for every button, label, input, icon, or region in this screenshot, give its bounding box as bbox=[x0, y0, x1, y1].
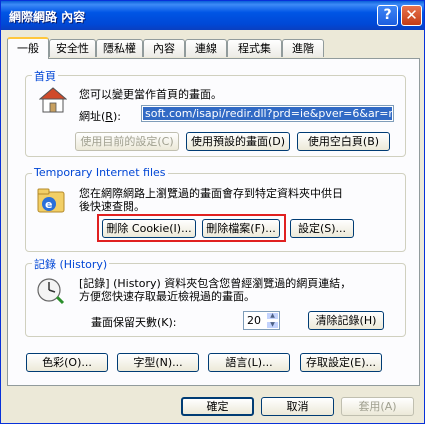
tab-content[interactable]: 內容 bbox=[143, 39, 185, 57]
history-group-label: 記錄 (History) bbox=[32, 256, 110, 272]
delete-files-button[interactable]: 刪除檔案(F)... bbox=[202, 219, 280, 238]
apply-button[interactable]: 套用(A) bbox=[341, 397, 414, 416]
ok-button[interactable]: 確定 bbox=[181, 397, 254, 416]
use-current-button[interactable]: 使用目前的設定(C) bbox=[75, 132, 179, 151]
cancel-button[interactable]: 取消 bbox=[261, 397, 334, 416]
history-days-label: 畫面保留天數(K): bbox=[91, 316, 177, 329]
close-button[interactable]: ✕ bbox=[401, 5, 422, 26]
homepage-group-label: 首頁 bbox=[32, 68, 58, 84]
tab-programs[interactable]: 程式集 bbox=[227, 39, 282, 57]
homepage-description: 您可以變更當作首頁的畫面。 bbox=[79, 88, 222, 101]
spin-down-arrow-icon[interactable]: ▼ bbox=[266, 321, 279, 329]
history-days-value: 20 bbox=[247, 314, 261, 327]
temp-files-settings-button[interactable]: 設定(S)... bbox=[290, 219, 354, 238]
house-icon bbox=[39, 87, 67, 113]
address-label: 網址(R): bbox=[79, 110, 121, 123]
tab-advanced[interactable]: 進階 bbox=[282, 39, 324, 57]
use-default-button[interactable]: 使用預設的畫面(D) bbox=[186, 132, 290, 151]
temp-files-folder-icon: e bbox=[37, 188, 65, 213]
temp-files-group-label: Temporary Internet files bbox=[32, 166, 168, 179]
languages-button[interactable]: 語言(L)... bbox=[208, 353, 290, 372]
tab-security[interactable]: 安全性 bbox=[49, 39, 96, 57]
use-blank-button[interactable]: 使用空白頁(B) bbox=[297, 132, 390, 151]
window-title: 網際網路 內容 bbox=[9, 10, 86, 24]
tab-connections[interactable]: 連線 bbox=[185, 39, 227, 57]
homepage-address-value: soft.com/isapi/redir.dll?prd=ie&pver=6&a… bbox=[143, 107, 392, 120]
fonts-button[interactable]: 字型(N)... bbox=[117, 353, 199, 372]
spin-up-arrow-icon[interactable]: ▲ bbox=[266, 312, 279, 320]
spinner-buttons: ▲ ▼ bbox=[266, 312, 279, 329]
homepage-address-input[interactable]: soft.com/isapi/redir.dll?prd=ie&pver=6&a… bbox=[141, 105, 394, 122]
delete-cookies-button[interactable]: 刪除 Cookie(I)... bbox=[102, 219, 196, 238]
history-clock-icon bbox=[37, 278, 65, 305]
title-bar[interactable]: 網際網路 內容 ? ✕ bbox=[1, 1, 424, 30]
tab-general[interactable]: 一般 bbox=[7, 37, 49, 59]
clear-history-button[interactable]: 清除記錄(H) bbox=[308, 311, 384, 330]
colors-button[interactable]: 色彩(O)... bbox=[26, 353, 108, 372]
history-days-spinner[interactable]: 20 ▲ ▼ bbox=[243, 311, 280, 330]
temp-files-description-2: 後快速查閱。 bbox=[79, 200, 145, 213]
accessibility-button[interactable]: 存取設定(E)... bbox=[300, 353, 382, 372]
history-description-2: 方便您快速存取最近檢視過的畫面。 bbox=[79, 290, 255, 303]
svg-text:e: e bbox=[45, 198, 52, 211]
tab-privacy[interactable]: 隱私權 bbox=[96, 39, 143, 57]
help-button[interactable]: ? bbox=[377, 5, 398, 26]
internet-options-dialog: 網際網路 內容 ? ✕ 一般 安全性 隱私權 內容 連線 程式集 進階 首頁 您… bbox=[0, 0, 425, 424]
